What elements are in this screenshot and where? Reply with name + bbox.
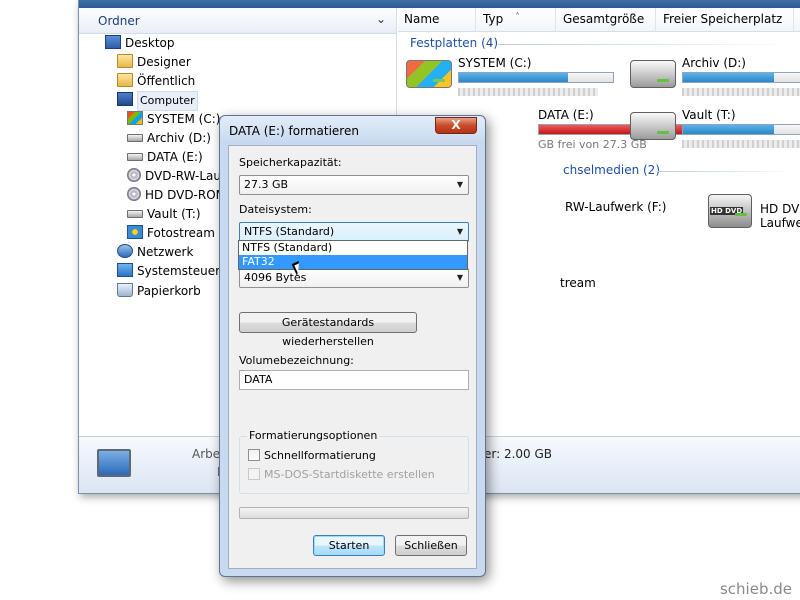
desktop-icon [105, 35, 121, 49]
window-topbar [79, 0, 800, 8]
tree-item-network[interactable]: Netzwerk [117, 243, 193, 261]
recycle-bin-icon [117, 283, 133, 297]
blurred-text [682, 88, 800, 96]
drive-icon [127, 134, 143, 142]
drive-c[interactable]: SYSTEM (C:) [406, 56, 626, 104]
drive-name: HD DVD-ROM-Laufwe [760, 202, 800, 230]
dropdown-arrow-icon: ▼ [456, 227, 463, 236]
blurred-text [458, 88, 598, 96]
network-icon [117, 244, 133, 258]
tree-item-recycle-bin[interactable]: Papierkorb [117, 282, 201, 300]
chevron-down-icon[interactable]: ⌄ [376, 12, 386, 26]
folder-icon [117, 73, 133, 87]
tree-item-fotostream[interactable]: Fotostream [127, 224, 215, 242]
control-panel-icon [117, 263, 133, 277]
cluster-size-select[interactable]: 4096 Bytes ▼ [239, 268, 469, 288]
drive-t[interactable]: Vault (T:) [630, 108, 800, 156]
quick-format-checkbox[interactable]: Schnellformatierung [248, 449, 376, 462]
windows-drive-icon [406, 60, 452, 88]
tree-item-desktop[interactable]: Desktop [105, 34, 175, 52]
group-divider [658, 171, 798, 172]
drive-icon [630, 60, 676, 88]
drive-name: SYSTEM (C:) [458, 56, 532, 70]
photo-stream-icon [127, 225, 143, 239]
watermark: schieb.de [719, 580, 792, 598]
column-headers: Name Typ ˄ Gesamtgröße Freier Speicherpl… [398, 8, 800, 32]
close-icon: X [451, 118, 461, 132]
computer-icon [97, 449, 131, 477]
details-partial-text: Arbe [192, 447, 221, 461]
computer-icon [117, 92, 133, 106]
filesystem-option-ntfs[interactable]: NTFS (Standard) [239, 241, 467, 255]
usage-bar [682, 124, 800, 135]
tree-item-computer[interactable]: Computer [117, 91, 198, 111]
volume-label-input[interactable]: DATA [239, 370, 469, 390]
tree-item-drive-e[interactable]: DATA (E:) [127, 148, 203, 166]
folders-header-label: Ordner [98, 14, 140, 28]
folders-header[interactable]: Ordner ⌄ [79, 8, 396, 34]
drive-icon [127, 210, 143, 218]
dialog-body: Speicherkapazität: 27.3 GB ▼ Dateisystem… [228, 145, 477, 569]
drive-icon [127, 153, 143, 161]
capacity-select[interactable]: 27.3 GB ▼ [239, 175, 469, 195]
drive-name: DATA (E:) [538, 108, 594, 122]
format-options-group: Formatierungsoptionen Schnellformatierun… [239, 429, 469, 494]
checkbox-box[interactable] [248, 449, 260, 461]
column-header-name[interactable]: Name [404, 12, 439, 26]
checkbox-box [248, 468, 260, 480]
msdos-startup-checkbox: MS-DOS-Startdiskette erstellen [248, 468, 435, 481]
blurred-text [682, 140, 800, 148]
filesystem-dropdown-list: NTFS (Standard) FAT32 [238, 240, 468, 270]
tree-item-designer[interactable]: Designer [117, 53, 191, 71]
tree-item-public[interactable]: Öffentlich [117, 72, 195, 90]
tree-item-hd-dvd[interactable]: HD DVD-ROM [127, 186, 226, 204]
drive-hd-dvd[interactable]: HD DVD HD DVD-ROM-Laufwe [708, 190, 800, 238]
group-hard-drives[interactable]: Festplatten (4) [410, 36, 498, 50]
capacity-label: Speicherkapazität: [239, 156, 342, 169]
hd-dvd-drive-icon: HD DVD [708, 194, 752, 228]
windows-drive-icon [127, 111, 143, 125]
drive-d[interactable]: Archiv (D:) [630, 56, 800, 104]
sort-ascending-icon: ˄ [515, 12, 520, 23]
dropdown-arrow-icon: ▼ [456, 180, 463, 189]
tree-item-drive-c[interactable]: SYSTEM (C:) [127, 110, 220, 128]
drive-name: Vault (T:) [682, 108, 736, 122]
format-progress-bar [239, 507, 469, 519]
details-size-text: er: 2.00 GB [484, 447, 553, 461]
column-header-type[interactable]: Typ [483, 12, 503, 26]
format-dialog: DATA (E:) formatieren X Speicherkapazitä… [219, 115, 486, 577]
column-header-total-size[interactable]: Gesamtgröße [563, 12, 644, 26]
filesystem-option-fat32[interactable]: FAT32 [239, 255, 467, 269]
drive-name: Archiv (D:) [682, 56, 746, 70]
filesystem-label: Dateisystem: [239, 203, 312, 216]
restore-defaults-button[interactable]: Gerätestandards wiederherstellen [239, 312, 417, 348]
close-button[interactable]: Schließen [395, 535, 467, 556]
usage-bar-fill [683, 73, 774, 82]
usage-bar-fill [459, 73, 569, 82]
tree-item-drive-t[interactable]: Vault (T:) [127, 205, 201, 223]
disc-drive-icon [127, 168, 141, 182]
filesystem-select[interactable]: NTFS (Standard) ▼ [239, 222, 469, 242]
format-options-title: Formatierungsoptionen [247, 429, 380, 442]
disc-drive-icon [127, 187, 141, 201]
dialog-titlebar[interactable]: DATA (E:) formatieren X [220, 116, 485, 144]
column-header-free-space[interactable]: Freier Speicherplatz [663, 12, 782, 26]
volume-label-caption: Volumebezeichnung: [239, 354, 354, 367]
dropdown-arrow-icon: ▼ [456, 273, 463, 282]
start-button[interactable]: Starten [313, 535, 385, 556]
close-window-button[interactable]: X [435, 117, 477, 134]
tree-item-drive-f[interactable]: DVD-RW-Lauf [127, 167, 225, 185]
drive-f[interactable]: RW-Laufwerk (F:) [565, 198, 667, 216]
usage-bar [682, 72, 800, 83]
usage-bar [458, 72, 614, 83]
fotostream-item[interactable]: tream [560, 274, 596, 292]
dialog-title: DATA (E:) formatieren [229, 124, 359, 138]
group-divider [498, 44, 798, 45]
folder-icon [117, 54, 133, 68]
tree-item-control-panel[interactable]: Systemsteuerun [117, 262, 235, 280]
group-removable-media[interactable]: chselmedien (2) [563, 163, 660, 177]
tree-item-drive-d[interactable]: Archiv (D:) [127, 129, 211, 147]
usage-bar-fill [683, 125, 774, 134]
drive-icon [630, 112, 676, 140]
